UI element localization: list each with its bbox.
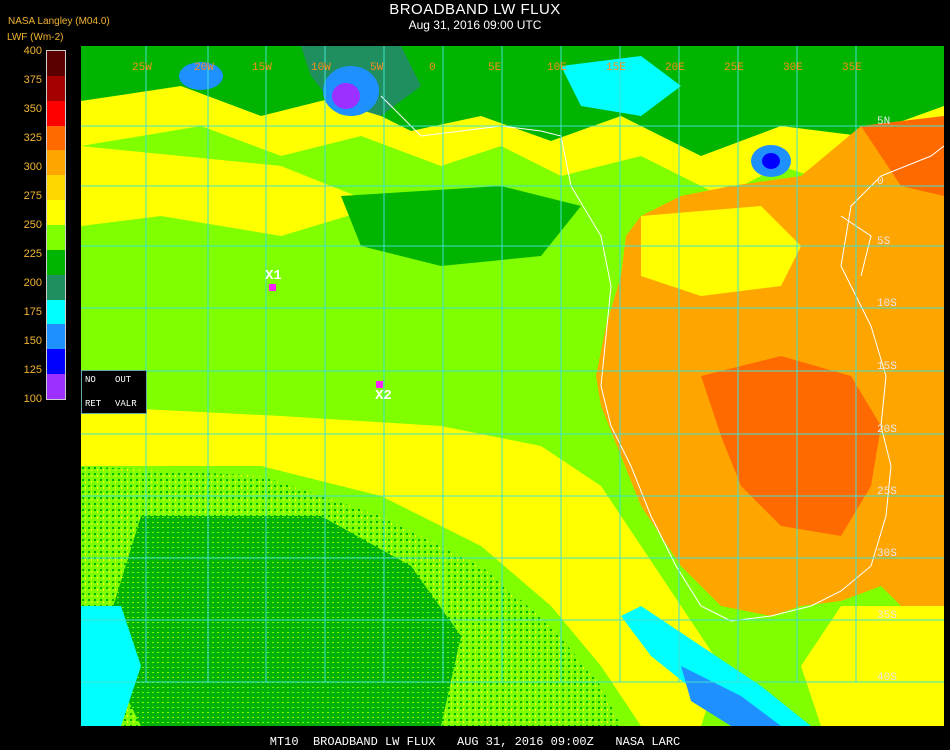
legend-tick-label: 350: [23, 103, 42, 115]
longitude-label: 5W: [370, 62, 384, 74]
marker-x2-point[interactable]: [376, 381, 383, 388]
legend-swatch: [47, 249, 65, 275]
footer-caption: MT10 BROADBAND LW FLUX AUG 31, 2016 09:0…: [269, 735, 681, 749]
valr-label: VALR: [115, 399, 137, 409]
latitude-label: 5N: [877, 116, 890, 128]
longitude-label: 25W: [132, 62, 152, 74]
legend-tick-label: 325: [23, 132, 42, 144]
marker-x2-label: X2: [375, 388, 392, 404]
latitude-label: 0: [877, 176, 884, 188]
longitude-label: 10W: [311, 62, 331, 74]
storm-cell-east-core: [762, 153, 780, 169]
unit-label: LWF (Wm-2): [7, 32, 64, 43]
legend-tick-label: 225: [23, 248, 42, 260]
map-title: BROADBAND LW FLUX: [389, 1, 561, 18]
legend-tick-label: 125: [23, 364, 42, 376]
out-label: OUT: [115, 375, 132, 385]
legend-tick-label: 250: [23, 219, 42, 231]
longitude-label: 15E: [606, 62, 626, 74]
legend-swatch: [47, 51, 65, 76]
latitude-label: 35S: [877, 610, 897, 622]
marker-x1-point[interactable]: [269, 284, 276, 291]
legend-tick-label: 200: [23, 277, 42, 289]
legend-tick-label: 150: [23, 335, 42, 347]
longitude-label: 20W: [194, 62, 214, 74]
legend-swatch: [47, 324, 65, 350]
satellite-map[interactable]: 25W 20W 15W 10W 5W 0 5E 10E 15E 20E 25E 30E 35E 5N 0 5…: [81, 46, 944, 726]
legend-swatch: [47, 150, 65, 176]
legend-swatch: [47, 125, 65, 151]
map-layers: 25W 20W 15W 10W 5W 0 5E 10E 15E 20E 25E 30E 35E 5N 0 5…: [81, 46, 944, 726]
ret-label: RET: [85, 399, 102, 409]
legend-swatch: [47, 225, 65, 250]
legend-tick-label: 300: [23, 161, 42, 173]
longitude-label: 35E: [842, 62, 862, 74]
legend-swatch: [47, 274, 65, 300]
latitude-label: 20S: [877, 424, 897, 436]
legend-tick-label: 400: [23, 45, 42, 57]
color-legend-bar: [46, 50, 66, 400]
legend-swatch: [47, 200, 65, 226]
legend-swatch: [47, 349, 65, 375]
latitude-label: 25S: [877, 486, 897, 498]
storm-cell-west-core: [332, 83, 360, 109]
legend-swatch: [47, 75, 65, 101]
longitude-label: 10E: [547, 62, 567, 74]
no-label: NO: [85, 375, 96, 385]
no-retrieval-legend: NO OUT RET VALR: [81, 370, 147, 414]
latitude-label: 40S: [877, 672, 897, 684]
legend-swatch: [47, 374, 65, 400]
marker-x1-label: X1: [265, 268, 282, 284]
longitude-label: 20E: [665, 62, 685, 74]
legend-tick-label: 375: [23, 74, 42, 86]
longitude-label: 30E: [783, 62, 803, 74]
longitude-label: 5E: [488, 62, 502, 74]
legend-tick-label: 275: [23, 190, 42, 202]
latitude-label: 15S: [877, 361, 897, 373]
latitude-label: 30S: [877, 548, 897, 560]
legend-swatch: [47, 100, 65, 126]
source-label: NASA Langley (M04.0): [8, 16, 110, 27]
legend-tick-label: 175: [23, 306, 42, 318]
legend-swatch: [47, 299, 65, 325]
map-timestamp: Aug 31, 2016 09:00 UTC: [408, 18, 542, 32]
latitude-label: 10S: [877, 298, 897, 310]
longitude-label: 15W: [252, 62, 272, 74]
latitude-label: 5S: [877, 236, 891, 248]
longitude-label: 25E: [724, 62, 744, 74]
legend-swatch: [47, 175, 65, 201]
longitude-label: 0: [429, 62, 436, 74]
legend-tick-label: 100: [23, 393, 42, 405]
